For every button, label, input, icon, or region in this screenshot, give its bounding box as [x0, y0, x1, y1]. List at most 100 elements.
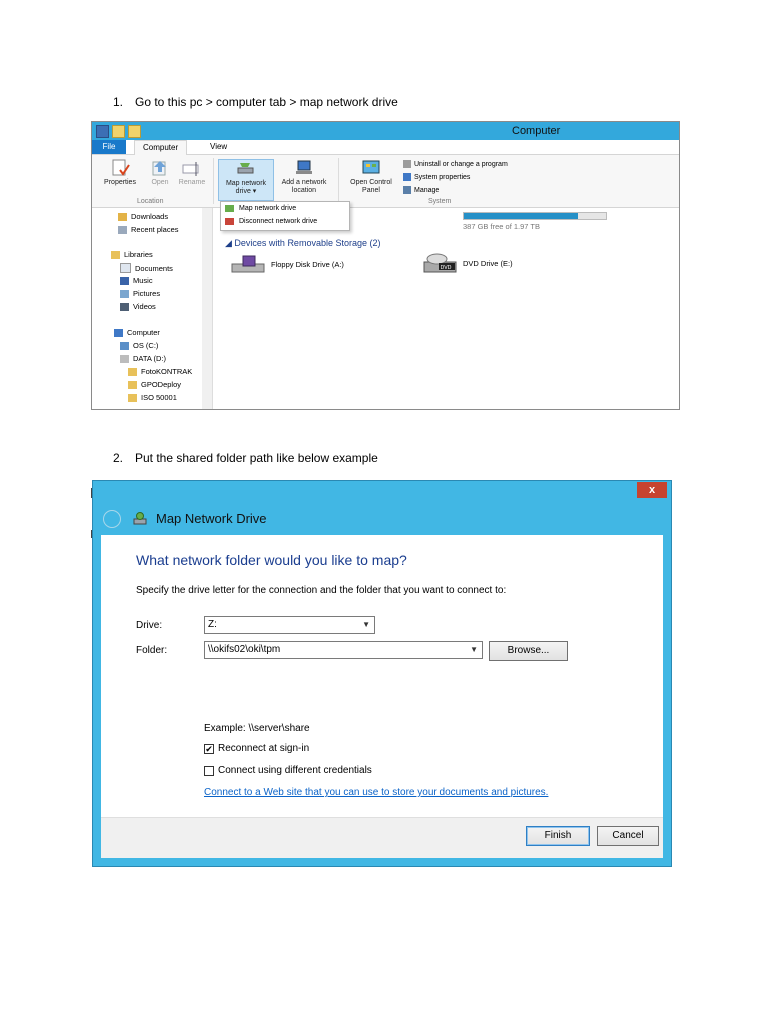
nav-label: Computer: [127, 328, 160, 337]
step-number: 2.: [113, 451, 124, 465]
reconnect-checkbox-row[interactable]: ✔ Reconnect at sign-in: [204, 743, 309, 754]
back-arrow-icon[interactable]: [103, 510, 121, 528]
nav-label: Music: [133, 276, 153, 285]
ribbon-separator: [338, 158, 339, 204]
credentials-label: Connect using different credentials: [218, 765, 372, 776]
folder-input[interactable]: \\okifs02\oki\tpm ▼: [204, 641, 483, 659]
close-button[interactable]: x: [637, 482, 667, 498]
checklist-icon: [110, 159, 130, 177]
nav-item-music[interactable]: Music: [120, 276, 153, 285]
music-icon: [120, 276, 129, 285]
nav-item-folder-gpodeploy[interactable]: GPODeploy: [128, 380, 181, 389]
nav-item-data-d[interactable]: DATA (D:): [120, 354, 166, 363]
nav-label: OS (C:): [133, 341, 159, 350]
recent-places-icon: [118, 225, 127, 234]
open-control-panel-label: Open Control Panel: [350, 179, 392, 194]
system-properties-button[interactable]: System properties: [403, 173, 470, 181]
cancel-button[interactable]: Cancel: [597, 826, 659, 846]
nav-item-folder-fotokontrak[interactable]: FotoKONTRAK: [128, 367, 192, 376]
nav-item-folder-iso-50001[interactable]: ISO 50001: [128, 393, 177, 402]
nav-item-videos[interactable]: Videos: [120, 302, 156, 311]
reconnect-label: Reconnect at sign-in: [218, 743, 310, 754]
reconnect-checkbox[interactable]: ✔: [204, 743, 214, 754]
drive-icon: [120, 341, 129, 350]
nav-item-os-c[interactable]: OS (C:): [120, 341, 158, 350]
credentials-checkbox[interactable]: [204, 765, 214, 776]
drive-label: DVD Drive (E:): [463, 258, 513, 268]
step-2: 2. Put the shared folder path like below …: [113, 451, 378, 465]
step-1: 1. Go to this pc > computer tab > map net…: [113, 95, 398, 109]
location-group-label: Location: [137, 198, 164, 205]
map-network-drive-button[interactable]: Map network drive ▾: [218, 159, 274, 201]
nav-label: FotoKONTRAK: [141, 367, 193, 376]
drive-select[interactable]: Z: ▼: [204, 616, 375, 634]
explorer-titlebar: Computer: [92, 122, 679, 140]
add-network-location-button[interactable]: Add a network location: [275, 159, 333, 195]
map-network-drive-label: Map network drive ▾: [225, 180, 267, 195]
removable-storage-header[interactable]: ◢ Devices with Removable Storage (2): [225, 238, 380, 249]
floppy-drive-item[interactable]: Floppy Disk Drive (A:): [231, 254, 344, 274]
programs-icon: [403, 160, 411, 168]
computer-icon: [114, 328, 123, 337]
nav-item-documents[interactable]: Documents: [120, 263, 173, 273]
tab-file[interactable]: File: [92, 140, 126, 154]
disk-usage-fill: [464, 213, 578, 219]
floppy-drive-icon: [231, 255, 265, 273]
properties-button[interactable]: Properties: [100, 159, 140, 187]
downloads-icon: [118, 212, 127, 221]
drive-icon: [120, 354, 129, 363]
dialog-footer: Finish Cancel: [101, 817, 663, 858]
nav-item-pictures[interactable]: Pictures: [120, 289, 160, 298]
properties-icon[interactable]: [112, 125, 125, 138]
nav-scrollbar[interactable]: [202, 208, 213, 409]
ribbon: Properties Open Rename Location Map netw…: [92, 155, 679, 208]
drive-value: Z:: [208, 619, 217, 630]
manage-button[interactable]: Manage: [403, 186, 439, 194]
add-network-location-label: Add a network location: [281, 179, 327, 194]
dialog-heading: What network folder would you like to ma…: [136, 552, 407, 568]
dvd-drive-item[interactable]: DVD DVD Drive (E:): [423, 252, 513, 274]
step-text: Put the shared folder path like below ex…: [135, 451, 378, 465]
nav-item-recent-places[interactable]: Recent places: [118, 225, 179, 234]
folder-label: Folder:: [136, 645, 168, 656]
folder-value: \\okifs02\oki\tpm: [208, 644, 281, 655]
menu-item-label: Map network drive: [239, 205, 297, 212]
properties-label: Properties: [104, 179, 136, 186]
open-button[interactable]: Open: [147, 159, 173, 187]
uninstall-program-button[interactable]: Uninstall or change a program: [403, 160, 508, 168]
manage-label: Manage: [414, 186, 440, 194]
nav-item-downloads[interactable]: Downloads: [118, 212, 168, 221]
chevron-down-icon: ▼: [362, 620, 370, 629]
folder-icon[interactable]: [96, 125, 109, 138]
web-site-link[interactable]: Connect to a Web site that you can use t…: [204, 787, 548, 798]
ribbon-tabs: File Computer View: [92, 140, 679, 155]
dialog-description: Specify the drive letter for the connect…: [136, 585, 507, 596]
menu-item-disconnect-network-drive[interactable]: Disconnect network drive: [225, 218, 317, 225]
drive-label: Floppy Disk Drive (A:): [271, 259, 344, 269]
tab-view[interactable]: View: [202, 140, 235, 154]
disk-usage-bar: [463, 212, 607, 220]
new-folder-icon[interactable]: [128, 125, 141, 138]
dvd-drive-icon: DVD: [423, 253, 457, 273]
rename-button[interactable]: Rename: [176, 159, 208, 187]
open-icon: [150, 159, 170, 177]
system-properties-label: System properties: [414, 173, 471, 181]
section-title: Devices with Removable Storage (2): [234, 238, 381, 248]
nav-label: Documents: [135, 263, 173, 273]
chevron-down-icon[interactable]: ▼: [470, 642, 478, 658]
network-drive-icon: [225, 205, 234, 212]
nav-label: Videos: [133, 302, 156, 311]
control-panel-icon: [361, 159, 381, 177]
tab-computer[interactable]: Computer: [134, 140, 188, 155]
credentials-checkbox-row[interactable]: Connect using different credentials: [204, 765, 372, 776]
system-group-label: System: [428, 198, 452, 205]
map-drive-dropdown: Map network drive Disconnect network dri…: [220, 201, 350, 231]
finish-button[interactable]: Finish: [526, 826, 590, 846]
step-text: Go to this pc > computer tab > map netwo…: [135, 95, 398, 109]
nav-item-computer[interactable]: Computer: [114, 328, 160, 337]
browse-button[interactable]: Browse...: [489, 641, 568, 661]
nav-item-libraries[interactable]: Libraries: [111, 250, 153, 259]
open-control-panel-button[interactable]: Open Control Panel: [343, 159, 399, 195]
menu-item-map-network-drive[interactable]: Map network drive: [225, 205, 296, 212]
menu-item-label: Disconnect network drive: [239, 218, 318, 225]
